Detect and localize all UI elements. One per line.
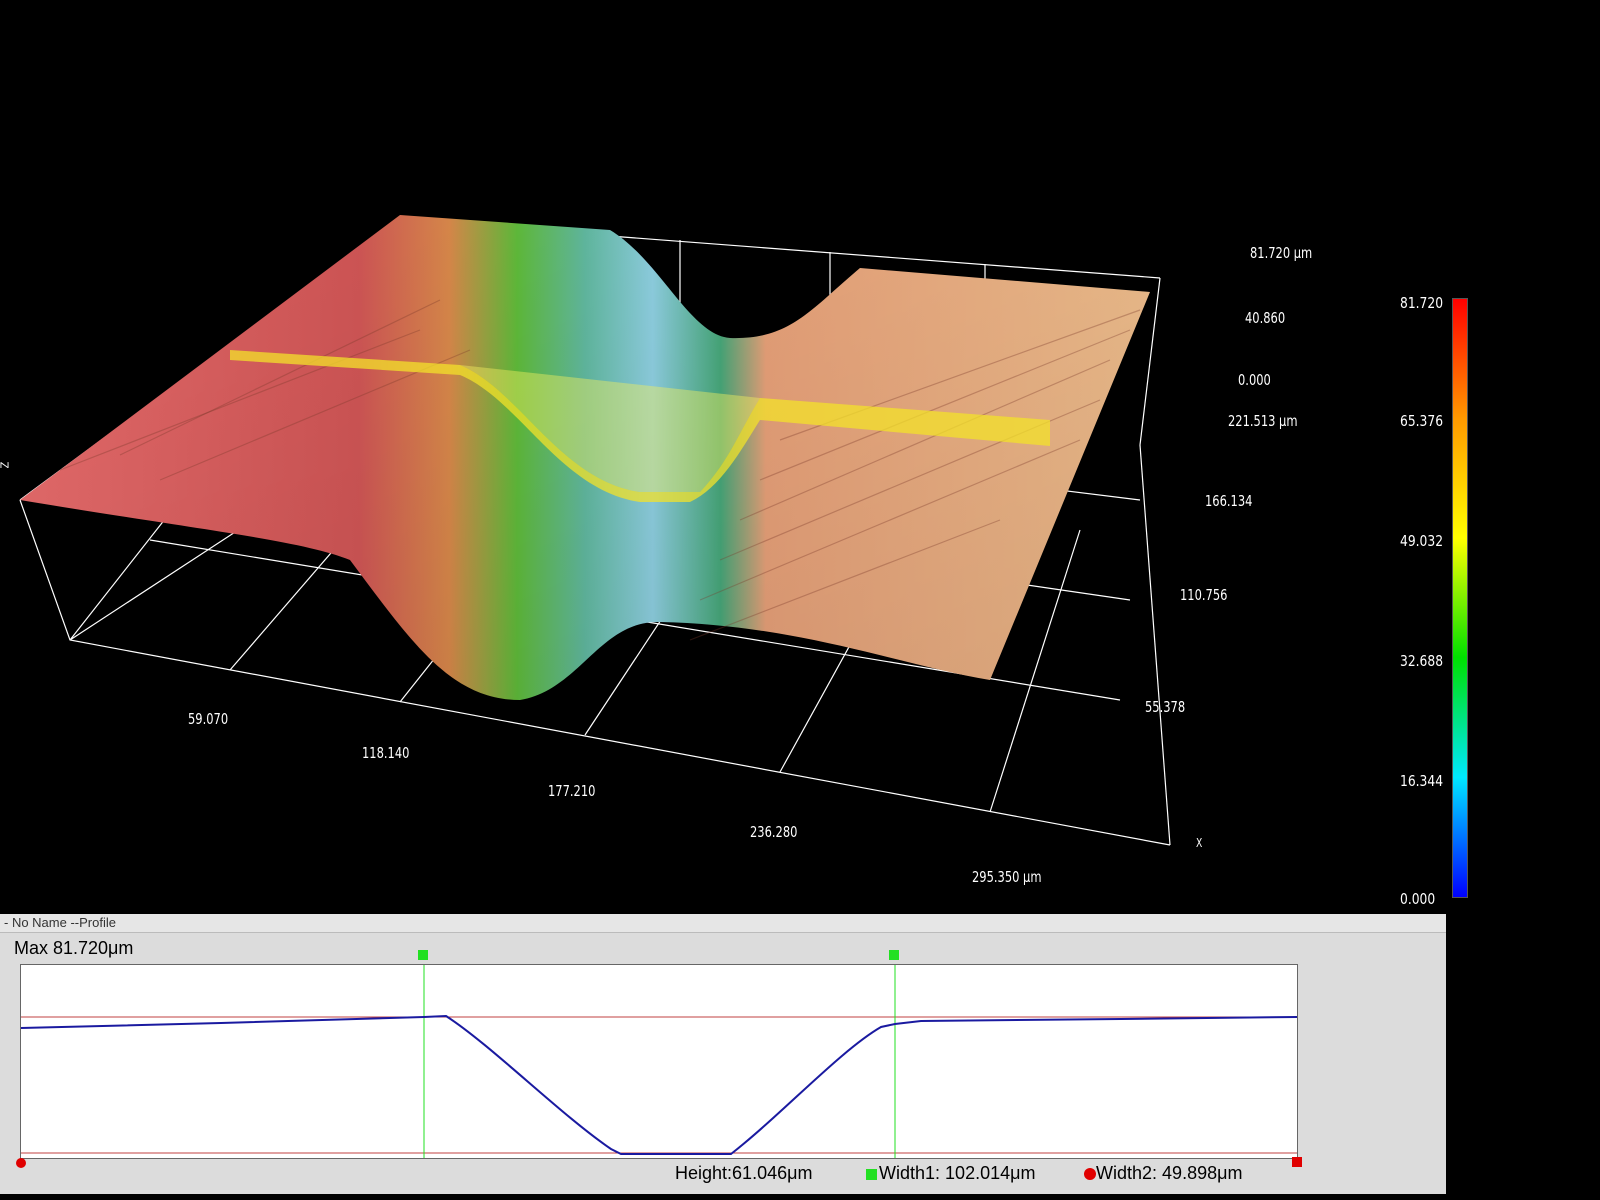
height-measurement: Height:61.046μm xyxy=(675,1163,813,1183)
x-axis-name: X xyxy=(1196,836,1203,850)
width2-measurement: Width2: 49.898μm xyxy=(1084,1163,1242,1184)
z-axis-tick-mid: 40.860 xyxy=(1245,309,1286,327)
x-axis-tick: 59.070 xyxy=(188,710,229,728)
3d-surface-view[interactable]: 81.720 μm 40.860 0.000 221.513 μm 166.13… xyxy=(0,0,1600,915)
x-axis-tick: 177.210 xyxy=(548,782,596,800)
color-scale-label: 16.344 xyxy=(1400,772,1444,790)
color-scale-label: 32.688 xyxy=(1400,652,1444,670)
z-axis-tick-min: 0.000 xyxy=(1238,371,1271,389)
profile-line xyxy=(21,1014,1297,1155)
z-axis-name: Z xyxy=(0,462,12,469)
x-axis-tick: 295.350 μm xyxy=(972,868,1042,886)
y-axis-tick: 221.513 μm xyxy=(1228,412,1298,430)
3d-surface-plot xyxy=(19,215,1171,846)
width1-measurement: Width1: 102.014μm xyxy=(866,1163,1035,1184)
width1-left-handle[interactable] xyxy=(418,950,428,960)
red-dot-icon xyxy=(1084,1168,1096,1181)
green-square-icon xyxy=(866,1168,877,1180)
x-axis-tick: 118.140 xyxy=(362,744,410,762)
color-scale-bar xyxy=(1452,298,1468,898)
color-scale-label: 0.000 xyxy=(1400,890,1436,908)
x-axis-tick: 236.280 xyxy=(750,823,798,841)
color-scale-label: 49.032 xyxy=(1400,532,1444,550)
width2-left-handle[interactable] xyxy=(16,1158,26,1168)
profile-plot[interactable] xyxy=(20,964,1298,1159)
profile-panel-title: - No Name --Profile xyxy=(0,914,1446,933)
width2-right-handle[interactable] xyxy=(1292,1157,1302,1167)
z-axis-tick-max: 81.720 μm xyxy=(1250,244,1313,262)
width1-right-handle[interactable] xyxy=(889,950,899,960)
color-scale-label: 65.376 xyxy=(1400,412,1444,430)
y-axis-tick: 166.134 xyxy=(1205,492,1253,510)
y-axis-tick: 110.756 xyxy=(1180,586,1228,604)
profile-panel: - No Name --Profile Max 81.720μm Height:… xyxy=(0,914,1446,1194)
y-axis-tick: 55.378 xyxy=(1145,698,1186,716)
max-value-label: Max 81.720μm xyxy=(14,938,134,958)
color-scale-label: 81.720 xyxy=(1400,294,1444,312)
